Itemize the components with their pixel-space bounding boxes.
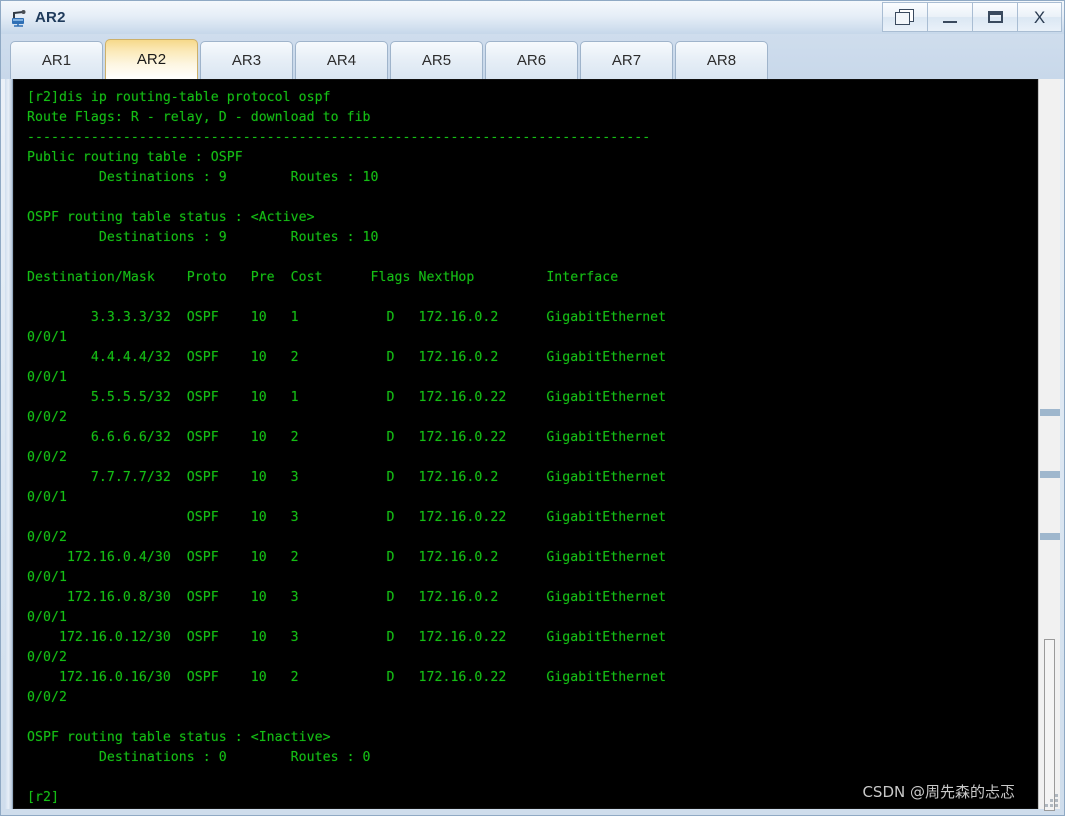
tab-ar3[interactable]: AR3 bbox=[200, 41, 293, 79]
tab-ar4[interactable]: AR4 bbox=[295, 41, 388, 79]
console-scrollbar[interactable] bbox=[1038, 79, 1060, 811]
window-controls: X bbox=[882, 2, 1062, 33]
restore-windows-button[interactable] bbox=[882, 2, 927, 32]
close-button[interactable]: X bbox=[1017, 2, 1062, 32]
minimize-button[interactable] bbox=[927, 2, 972, 32]
maximize-button[interactable] bbox=[972, 2, 1017, 32]
tab-label: AR8 bbox=[706, 52, 737, 69]
device-tab-bar: AR1 AR2 AR3 AR4 AR5 AR6 AR7 AR8 bbox=[1, 34, 1064, 79]
cli-console[interactable]: [r2]dis ip routing-table protocol ospf R… bbox=[13, 79, 1038, 809]
minimize-icon bbox=[943, 20, 957, 23]
emulator-window: AR2 X AR1 AR2 AR3 AR4 AR5 AR6 AR7 AR8 [r… bbox=[0, 0, 1065, 816]
tab-label: AR3 bbox=[231, 52, 262, 69]
tab-label: AR7 bbox=[611, 52, 642, 69]
tab-label: AR1 bbox=[41, 52, 72, 69]
tab-label: AR6 bbox=[516, 52, 547, 69]
scrollbar-marks bbox=[1039, 409, 1060, 549]
terminal-left-border bbox=[5, 79, 13, 809]
restore-icon bbox=[895, 9, 915, 25]
tab-label: AR4 bbox=[326, 52, 357, 69]
close-icon: X bbox=[1033, 7, 1046, 27]
console-output: [r2]dis ip routing-table protocol ospf R… bbox=[27, 90, 667, 805]
tab-ar6[interactable]: AR6 bbox=[485, 41, 578, 79]
router-icon bbox=[9, 8, 29, 28]
title-bar: AR2 X bbox=[1, 1, 1064, 34]
tab-label: AR2 bbox=[136, 51, 167, 68]
tab-ar5[interactable]: AR5 bbox=[390, 41, 483, 79]
maximize-icon bbox=[987, 11, 1003, 23]
resize-grip-icon[interactable] bbox=[1042, 791, 1058, 807]
tab-ar2[interactable]: AR2 bbox=[105, 39, 198, 79]
tab-label: AR5 bbox=[421, 52, 452, 69]
tab-ar7[interactable]: AR7 bbox=[580, 41, 673, 79]
tab-ar8[interactable]: AR8 bbox=[675, 41, 768, 79]
tab-ar1[interactable]: AR1 bbox=[10, 41, 103, 79]
window-title: AR2 bbox=[35, 9, 66, 26]
scrollbar-thumb[interactable] bbox=[1044, 639, 1055, 811]
terminal-area: [r2]dis ip routing-table protocol ospf R… bbox=[1, 79, 1064, 815]
